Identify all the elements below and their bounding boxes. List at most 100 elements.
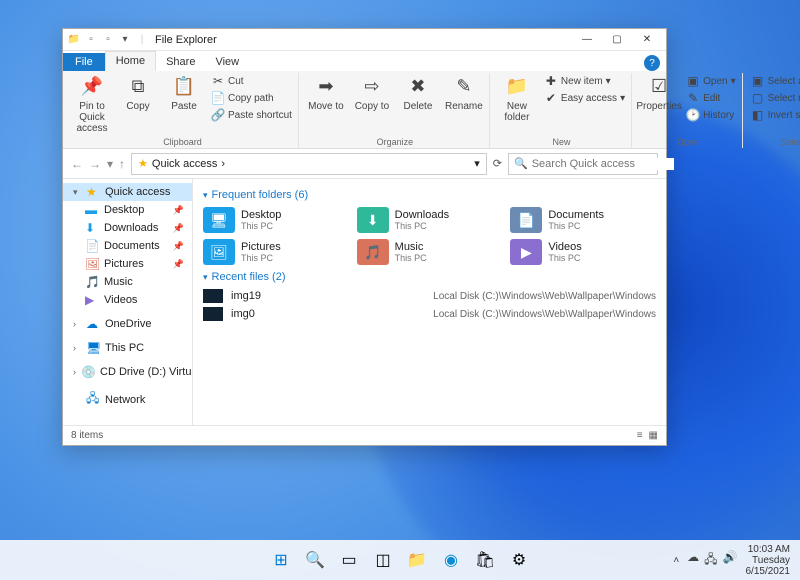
easy-access-button[interactable]: ✔Easy access ▾ <box>542 90 627 106</box>
help-icon[interactable]: ? <box>644 55 660 71</box>
qat-dropdown-icon[interactable]: ▾ <box>118 33 132 47</box>
cut-button[interactable]: ✂Cut <box>209 73 294 89</box>
file-tab[interactable]: File <box>63 53 105 71</box>
search-button[interactable]: 🔍 <box>301 546 329 574</box>
search-input[interactable] <box>532 158 674 170</box>
onedrive-icon: ☁ <box>86 317 100 331</box>
select-all-button[interactable]: ▣Select all <box>749 73 800 89</box>
breadcrumb[interactable]: ★ Quick access › ▾ <box>131 153 487 175</box>
pin-icon: 📌 <box>80 75 104 99</box>
sidebar-item-music[interactable]: 🎵Music <box>63 273 192 291</box>
sidebar-item-videos[interactable]: ▶Videos <box>63 291 192 309</box>
paste-icon: 📋 <box>172 75 196 99</box>
qat-newfolder-icon[interactable]: ▫ <box>101 33 115 47</box>
pin-quick-access-button[interactable]: 📌 Pin to Quick access <box>71 73 113 134</box>
store-taskbar-button[interactable]: 🛍 <box>471 546 499 574</box>
new-item-button[interactable]: ✚New item ▾ <box>542 73 627 89</box>
search-box[interactable]: 🔍 <box>508 153 658 175</box>
volume-tray-icon[interactable]: 🔊 <box>723 550 738 571</box>
folder-icon: ⬇ <box>357 207 389 233</box>
paste-shortcut-button[interactable]: 🔗Paste shortcut <box>209 107 294 123</box>
folder-item[interactable]: 📄DocumentsThis PC <box>510 207 656 233</box>
folder-icon: 🖥 <box>203 207 235 233</box>
minimize-button[interactable]: — <box>572 29 602 51</box>
thumbnails-view-button[interactable]: ▦ <box>649 430 658 441</box>
refresh-button[interactable]: ⟳ <box>493 157 502 170</box>
paste-button[interactable]: 📋 Paste <box>163 73 205 112</box>
folder-item[interactable]: 🖼PicturesThis PC <box>203 239 349 265</box>
properties-button[interactable]: ☑Properties <box>638 73 680 112</box>
music-icon: 🎵 <box>85 275 99 289</box>
start-button[interactable]: ⊞ <box>267 546 295 574</box>
taskview-button[interactable]: ▭ <box>335 546 363 574</box>
close-button[interactable]: ✕ <box>632 29 662 51</box>
folder-item[interactable]: ⬇DownloadsThis PC <box>357 207 503 233</box>
recent-files-header[interactable]: ▾ Recent files (2) <box>203 271 656 283</box>
folder-name: Pictures <box>241 241 281 253</box>
rename-button[interactable]: ✎Rename <box>443 73 485 112</box>
pin-icon: 📌 <box>173 223 184 234</box>
folder-sub: This PC <box>548 253 581 263</box>
sidebar-item-pictures[interactable]: 🖼Pictures📌 <box>63 255 192 273</box>
new-folder-button[interactable]: 📁New folder <box>496 73 538 123</box>
ribbon-group-organize: ➡Move to ⇨Copy to ✖Delete ✎Rename Organi… <box>301 73 490 148</box>
sidebar-item-desktop[interactable]: ▬Desktop📌 <box>63 201 192 219</box>
chevron-down-icon: ▾ <box>73 187 81 198</box>
status-text: 8 items <box>71 430 103 441</box>
edit-button[interactable]: ✎Edit <box>684 90 738 106</box>
tab-view[interactable]: View <box>205 53 249 71</box>
chevron-down-icon: ▾ <box>731 76 736 87</box>
history-button[interactable]: 🕑History <box>684 107 738 123</box>
widgets-button[interactable]: ◫ <box>369 546 397 574</box>
copy-path-button[interactable]: 📄Copy path <box>209 90 294 106</box>
recent-file-row[interactable]: img0Local Disk (C:)\Windows\Web\Wallpape… <box>203 307 656 321</box>
forward-button[interactable]: → <box>89 157 101 171</box>
up-button[interactable]: ↑ <box>119 157 125 171</box>
taskbar-clock[interactable]: 10:03 AM Tuesday 6/15/2021 <box>746 544 791 577</box>
sidebar-quick-access[interactable]: ▾ ★ Quick access <box>63 183 192 201</box>
maximize-button[interactable]: ▢ <box>602 29 632 51</box>
network-tray-icon[interactable]: 🖧 <box>704 550 717 571</box>
invert-selection-button[interactable]: ◧Invert selection <box>749 107 800 123</box>
onedrive-tray-icon[interactable]: ☁ <box>687 550 699 571</box>
recent-file-row[interactable]: img19Local Disk (C:)\Windows\Web\Wallpap… <box>203 289 656 303</box>
back-button[interactable]: ← <box>71 157 83 171</box>
folder-item[interactable]: ▶VideosThis PC <box>510 239 656 265</box>
tab-home[interactable]: Home <box>105 51 156 71</box>
delete-button[interactable]: ✖Delete <box>397 73 439 112</box>
sidebar-item-documents[interactable]: 📄Documents📌 <box>63 237 192 255</box>
file-path: Local Disk (C:)\Windows\Web\Wallpaper\Wi… <box>433 291 656 302</box>
cddrive-icon: 💿 <box>81 365 95 379</box>
details-view-button[interactable]: ≡ <box>637 430 643 441</box>
sidebar-cddrive[interactable]: ›💿CD Drive (D:) Virtual… <box>63 363 192 381</box>
pasteshortcut-icon: 🔗 <box>211 108 225 122</box>
copy-to-button[interactable]: ⇨Copy to <box>351 73 393 112</box>
folder-item[interactable]: 🖥DesktopThis PC <box>203 207 349 233</box>
folder-name: Videos <box>548 241 581 253</box>
chevron-right-icon: › <box>73 367 76 377</box>
sidebar-onedrive[interactable]: ›☁OneDrive <box>63 315 192 333</box>
tray-overflow-button[interactable]: ˄ <box>673 555 679 566</box>
window-title: File Explorer <box>155 34 217 46</box>
copypath-icon: 📄 <box>211 91 225 105</box>
desktop-icon: ▬ <box>85 203 99 217</box>
frequent-folders-header[interactable]: ▾ Frequent folders (6) <box>203 189 656 201</box>
selectall-icon: ▣ <box>751 74 765 88</box>
folder-item[interactable]: 🎵MusicThis PC <box>357 239 503 265</box>
chevron-down-icon[interactable]: ▾ <box>474 157 480 170</box>
navigation-pane: ▾ ★ Quick access ▬Desktop📌 ⬇Downloads📌 📄… <box>63 179 193 425</box>
recent-dropdown[interactable]: ▾ <box>107 157 113 171</box>
folder-sub: This PC <box>241 253 281 263</box>
copy-button[interactable]: ⧉ Copy <box>117 73 159 112</box>
sidebar-network[interactable]: 🖧Network <box>63 387 192 412</box>
qat-properties-icon[interactable]: ▫ <box>84 33 98 47</box>
edge-taskbar-button[interactable]: ◉ <box>437 546 465 574</box>
open-button[interactable]: ▣Open ▾ <box>684 73 738 89</box>
tab-share[interactable]: Share <box>156 53 205 71</box>
settings-taskbar-button[interactable]: ⚙ <box>505 546 533 574</box>
select-none-button[interactable]: ▢Select none <box>749 90 800 106</box>
sidebar-thispc[interactable]: ›🖥This PC <box>63 339 192 357</box>
move-to-button[interactable]: ➡Move to <box>305 73 347 112</box>
sidebar-item-downloads[interactable]: ⬇Downloads📌 <box>63 219 192 237</box>
explorer-taskbar-button[interactable]: 📁 <box>403 546 431 574</box>
